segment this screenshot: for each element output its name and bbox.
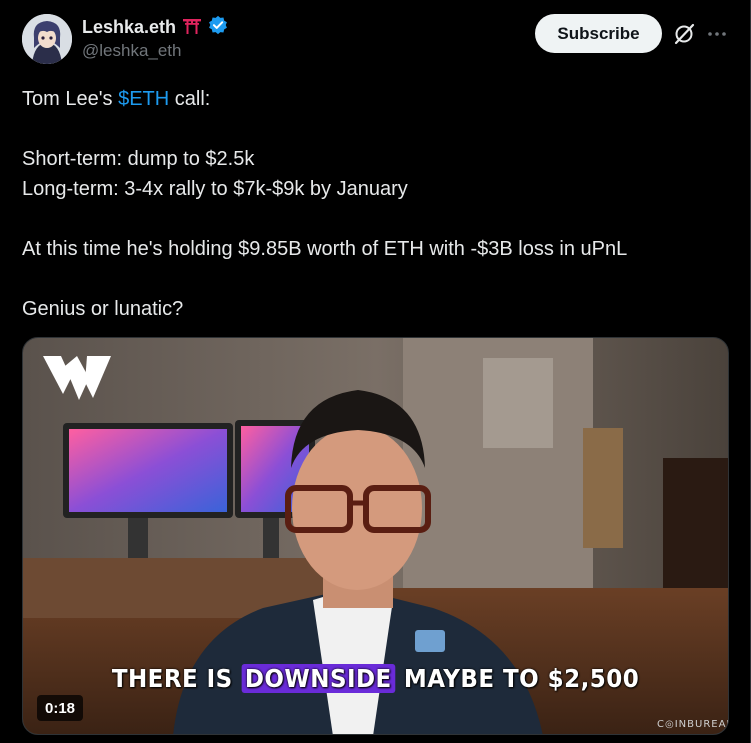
video-player[interactable]: THERE IS DOWNSIDE MAYBE TO $2,500 0:18 C… — [22, 337, 729, 735]
text-segment: call: — [169, 88, 211, 110]
video-watermark: C◎INBUREAU — [657, 719, 729, 730]
brand-logo-icon — [43, 356, 111, 400]
tweet-short-term: Short-term: dump to $2.5k — [22, 148, 255, 170]
tweet-line-1: Tom Lee's $ETH call: — [22, 84, 722, 114]
verified-badge-icon[interactable] — [208, 15, 228, 40]
tweet-text: Tom Lee's $ETH call: Short-term: dump to… — [22, 84, 722, 324]
video-caption: THERE IS DOWNSIDE MAYBE TO $2,500 — [51, 664, 700, 693]
caption-highlight: DOWNSIDE — [241, 664, 396, 693]
display-name[interactable]: Leshka.eth — [82, 17, 176, 38]
tweet-holding: At this time he's holding $9.85B worth o… — [22, 238, 628, 260]
cashtag-link[interactable]: $ETH — [118, 88, 169, 110]
tweet-long-term: Long-term: 3-4x rally to $7k-$9k by Janu… — [22, 178, 408, 200]
text-segment: Tom Lee's — [22, 88, 119, 110]
caption-text: THERE IS — [111, 664, 242, 693]
torii-gate-icon — [182, 17, 202, 38]
author-handle[interactable]: @leshka_eth — [82, 41, 182, 61]
subscribe-button[interactable]: Subscribe — [535, 14, 662, 53]
grok-icon[interactable] — [672, 22, 696, 46]
more-icon[interactable] — [706, 23, 728, 45]
video-duration: 0:18 — [37, 695, 84, 721]
author-name[interactable]: Leshka.eth — [82, 15, 228, 40]
tweet-question: Genius or lunatic? — [22, 298, 184, 320]
avatar[interactable] — [22, 14, 72, 64]
caption-text: MAYBE TO $2,500 — [395, 664, 640, 693]
